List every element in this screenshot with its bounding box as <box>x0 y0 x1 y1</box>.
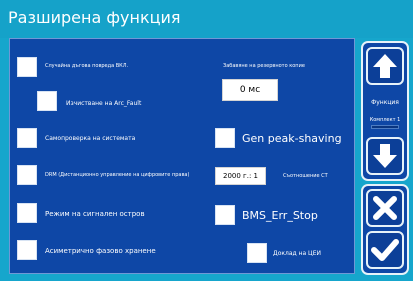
gen-peak-label: Gen peak-shaving <box>242 132 342 145</box>
cross-icon <box>373 196 397 220</box>
arc-fault-checkbox[interactable] <box>17 57 37 77</box>
page-title: Разширена функция <box>8 8 181 27</box>
drm-label: DRM (Дистанционно управление на цифровит… <box>45 172 190 178</box>
checkmark-icon <box>371 239 399 261</box>
confirm-button[interactable] <box>366 231 404 269</box>
gen-peak-checkbox[interactable] <box>215 128 235 148</box>
down-button[interactable] <box>366 137 404 175</box>
backup-delay-label: Забавяне на резервното копие <box>223 63 305 69</box>
drm-checkbox[interactable] <box>17 165 37 185</box>
bms-err-checkbox[interactable] <box>215 205 235 225</box>
self-check-label: Самопроверка на системата <box>45 135 136 142</box>
action-group <box>361 184 409 275</box>
set-label: Комплект 1 <box>369 117 401 123</box>
asym-feed-label: Асиметрично фазово хранене <box>45 247 156 255</box>
settings-panel: Случайна дъгова повреда ВКЛ. Изчистване … <box>9 38 355 274</box>
title-bar: Разширена функция <box>0 0 413 38</box>
function-label: Функция <box>371 99 399 106</box>
ceu-report-checkbox[interactable] <box>247 243 267 263</box>
backup-delay-input[interactable]: 0 мс <box>222 79 278 101</box>
clear-arc-fault-checkbox[interactable] <box>37 91 57 111</box>
island-signal-checkbox[interactable] <box>17 203 37 223</box>
self-check-checkbox[interactable] <box>17 128 37 148</box>
ceu-report-label: Доклад на ЦЕИ <box>273 250 321 257</box>
island-signal-label: Режим на сигнален остров <box>45 210 145 218</box>
ct-ratio-label: Съотношение CT <box>283 173 328 179</box>
clear-arc-fault-label: Изчистване на Arc_Fault <box>66 100 142 107</box>
navigation-group: Функция Комплект 1 <box>361 41 409 181</box>
arrow-down-icon <box>373 144 397 168</box>
asym-feed-checkbox[interactable] <box>17 240 37 260</box>
cancel-button[interactable] <box>366 189 404 227</box>
up-button[interactable] <box>366 47 404 85</box>
bms-err-label: BMS_Err_Stop <box>242 209 318 222</box>
year-input[interactable]: 2000 г.: 1 <box>215 167 266 185</box>
set-indicator <box>371 125 399 129</box>
arc-fault-label: Случайна дъгова повреда ВКЛ. <box>45 63 129 69</box>
arrow-up-icon <box>373 54 397 78</box>
